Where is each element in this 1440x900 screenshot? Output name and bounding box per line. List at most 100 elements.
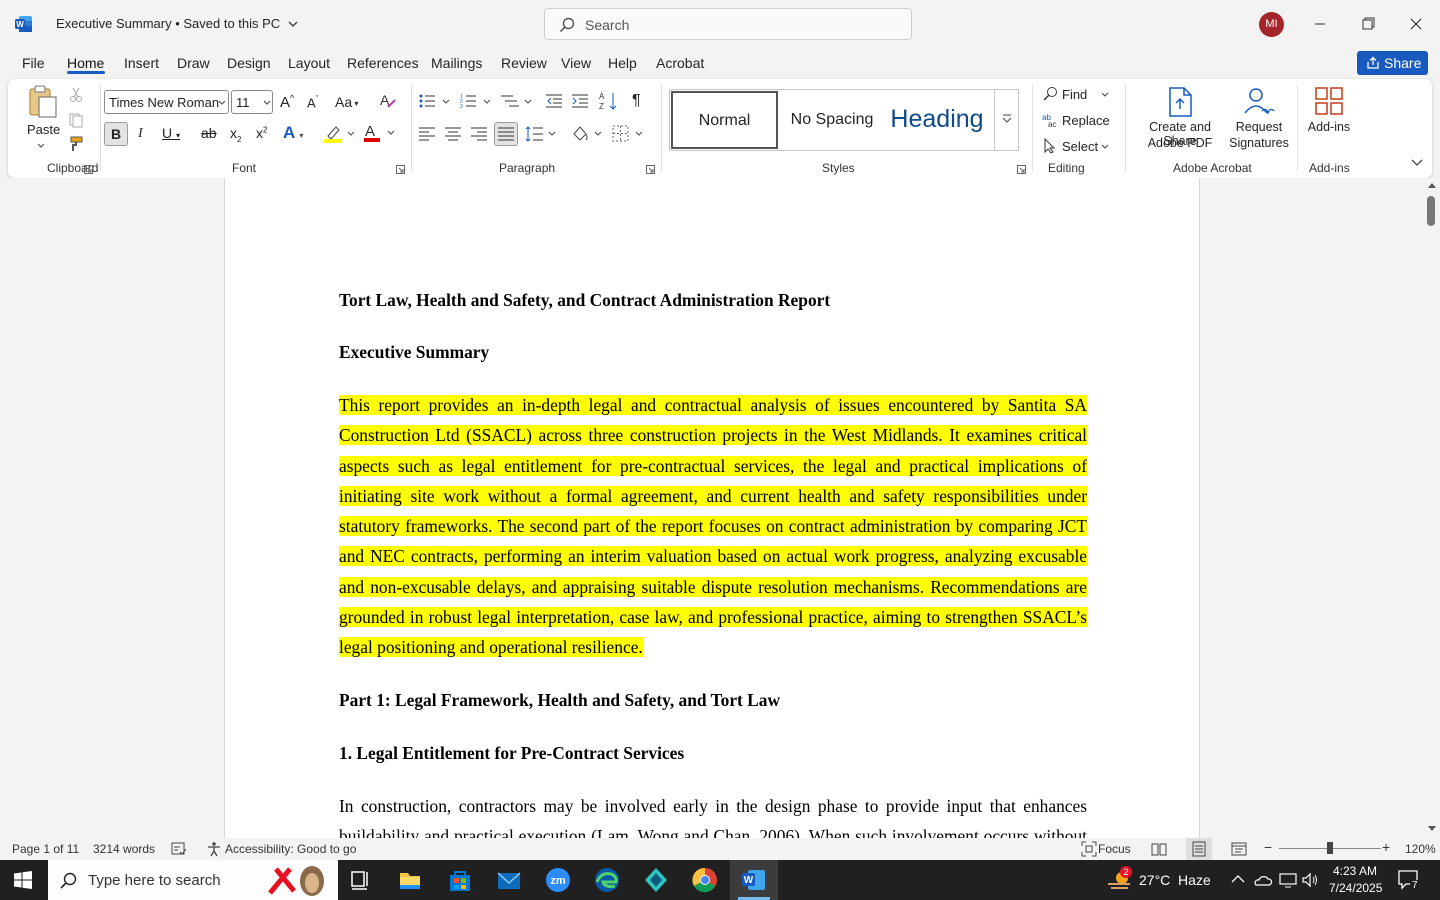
windows-start-icon[interactable] [14, 871, 32, 889]
font-size-combo[interactable]: 11 [231, 90, 273, 114]
text-effects-icon[interactable]: A ▾ [283, 123, 303, 143]
word-logo-icon[interactable]: W [15, 15, 33, 33]
font-name-combo[interactable]: Times New Roman [104, 90, 229, 114]
executive-summary-heading[interactable]: Executive Summary [339, 342, 1087, 363]
task-view-icon[interactable] [340, 864, 380, 896]
tab-file[interactable]: File [22, 55, 45, 71]
proofing-icon[interactable] [171, 841, 187, 857]
zoom-slider-thumb[interactable] [1327, 842, 1333, 854]
grow-font-icon[interactable]: A^ [280, 93, 294, 111]
clock-date[interactable]: 7/24/2025 [1329, 881, 1382, 895]
document-canvas[interactable]: Tort Law, Health and Safety, and Contrac… [0, 178, 1424, 838]
subscript-icon[interactable]: x2 [230, 125, 241, 144]
minimize-button[interactable] [1306, 10, 1334, 38]
word-taskbar-button[interactable]: W [730, 860, 778, 900]
document-page[interactable]: Tort Law, Health and Safety, and Contrac… [224, 178, 1200, 838]
shrink-font-icon[interactable]: Aˇ [307, 94, 319, 110]
tab-acrobat[interactable]: Acrobat [656, 55, 704, 71]
read-mode-icon[interactable] [1151, 841, 1167, 857]
scrollbar-thumb[interactable] [1427, 196, 1435, 226]
highlight-color-icon[interactable] [324, 124, 356, 144]
paste-button[interactable]: Paste [22, 85, 60, 153]
increase-indent-icon[interactable] [572, 93, 590, 109]
web-layout-icon[interactable] [1231, 841, 1247, 857]
close-button[interactable] [1402, 10, 1430, 38]
add-ins-button[interactable]: Add-ins [1304, 85, 1354, 145]
underline-icon[interactable]: U ▾ [162, 125, 180, 141]
document-title[interactable]: Executive Summary • Saved to this PC [56, 16, 298, 31]
justify-button[interactable] [494, 122, 518, 146]
shading-icon[interactable] [571, 124, 603, 144]
cut-icon[interactable] [68, 87, 84, 103]
weather-text[interactable]: 27°C Haze [1139, 872, 1211, 888]
document-title[interactable]: Tort Law, Health and Safety, and Contrac… [339, 290, 1087, 311]
style-no-spacing[interactable]: No Spacing [782, 91, 882, 149]
multilevel-list-icon[interactable] [501, 93, 533, 109]
clear-formatting-icon[interactable]: A [379, 92, 397, 110]
decrease-indent-icon[interactable] [546, 93, 564, 109]
dialog-launcher-icon[interactable] [646, 165, 655, 174]
styles-more-button[interactable] [994, 90, 1018, 150]
align-right-icon[interactable] [471, 126, 487, 142]
vertical-scrollbar[interactable] [1424, 178, 1440, 838]
accessibility-status[interactable]: Accessibility: Good to go [225, 842, 356, 856]
network-icon[interactable] [1279, 872, 1299, 888]
dialog-launcher-icon[interactable] [84, 165, 93, 174]
mail-icon[interactable] [489, 864, 529, 896]
page-count[interactable]: Page 1 of 11 [12, 842, 79, 856]
scroll-up-arrow-icon[interactable] [1427, 181, 1437, 189]
strikethrough-icon[interactable]: ab [201, 125, 217, 141]
tab-help[interactable]: Help [608, 55, 637, 71]
line-spacing-icon[interactable] [525, 125, 557, 143]
dialog-launcher-icon[interactable] [1017, 165, 1026, 174]
section1-heading[interactable]: 1. Legal Entitlement for Pre-Contract Se… [339, 743, 1087, 764]
restore-button[interactable] [1354, 10, 1382, 38]
app-diamond-icon[interactable] [636, 864, 676, 896]
copy-icon[interactable] [68, 112, 84, 128]
focus-mode-button[interactable]: Focus [1098, 842, 1131, 856]
format-painter-icon[interactable] [68, 136, 84, 152]
replace-button[interactable]: ab ac Replace [1042, 112, 1122, 132]
clock-time[interactable]: 4:23 AM [1333, 864, 1377, 878]
italic-icon[interactable]: I [138, 126, 143, 142]
tab-view[interactable]: View [561, 55, 591, 71]
onedrive-icon[interactable] [1253, 872, 1273, 888]
find-button[interactable]: Find [1042, 86, 1122, 106]
bullets-icon[interactable] [419, 93, 451, 109]
print-layout-button[interactable] [1186, 838, 1212, 860]
collapse-ribbon-icon[interactable] [1411, 159, 1423, 167]
tab-home[interactable]: Home [67, 55, 104, 71]
show-formatting-icon[interactable]: ¶ [632, 92, 641, 110]
tab-references[interactable]: References [347, 55, 419, 71]
superscript-icon[interactable]: x2 [256, 125, 267, 141]
volume-icon[interactable] [1301, 872, 1321, 888]
style-normal[interactable]: Normal [671, 91, 778, 149]
share-button[interactable]: Share [1357, 51, 1428, 75]
tab-insert[interactable]: Insert [124, 55, 159, 71]
change-case-icon[interactable]: Aa ▾ [335, 94, 358, 110]
style-heading[interactable]: Heading [884, 91, 990, 149]
section1-paragraph[interactable]: In construction, contractors may be invo… [339, 791, 1087, 838]
bold-button[interactable]: B [104, 122, 128, 146]
search-box[interactable]: Search [544, 8, 912, 40]
request-signatures-button[interactable]: Request Signatures [1228, 85, 1290, 153]
align-left-icon[interactable] [419, 126, 435, 142]
dialog-launcher-icon[interactable] [396, 165, 405, 174]
word-count[interactable]: 3214 words [93, 842, 155, 856]
zoom-out-icon[interactable]: − [1264, 839, 1272, 855]
zoom-level[interactable]: 120% [1405, 842, 1436, 856]
tab-mailings[interactable]: Mailings [431, 55, 482, 71]
microsoft-store-icon[interactable] [440, 864, 480, 896]
scroll-down-arrow-icon[interactable] [1427, 825, 1437, 833]
chrome-browser-icon[interactable] [685, 864, 725, 896]
font-color-icon[interactable]: A [364, 123, 396, 143]
numbering-icon[interactable]: 123 [460, 93, 492, 109]
tab-review[interactable]: Review [501, 55, 547, 71]
create-share-pdf-button[interactable]: Create and Share Adobe PDF [1132, 85, 1228, 153]
file-explorer-icon[interactable] [390, 864, 430, 896]
borders-icon[interactable] [612, 125, 644, 143]
taskbar-search[interactable]: Type here to search [48, 860, 338, 900]
zoom-in-icon[interactable]: + [1382, 839, 1390, 855]
tab-layout[interactable]: Layout [288, 55, 330, 71]
tab-design[interactable]: Design [227, 55, 271, 71]
